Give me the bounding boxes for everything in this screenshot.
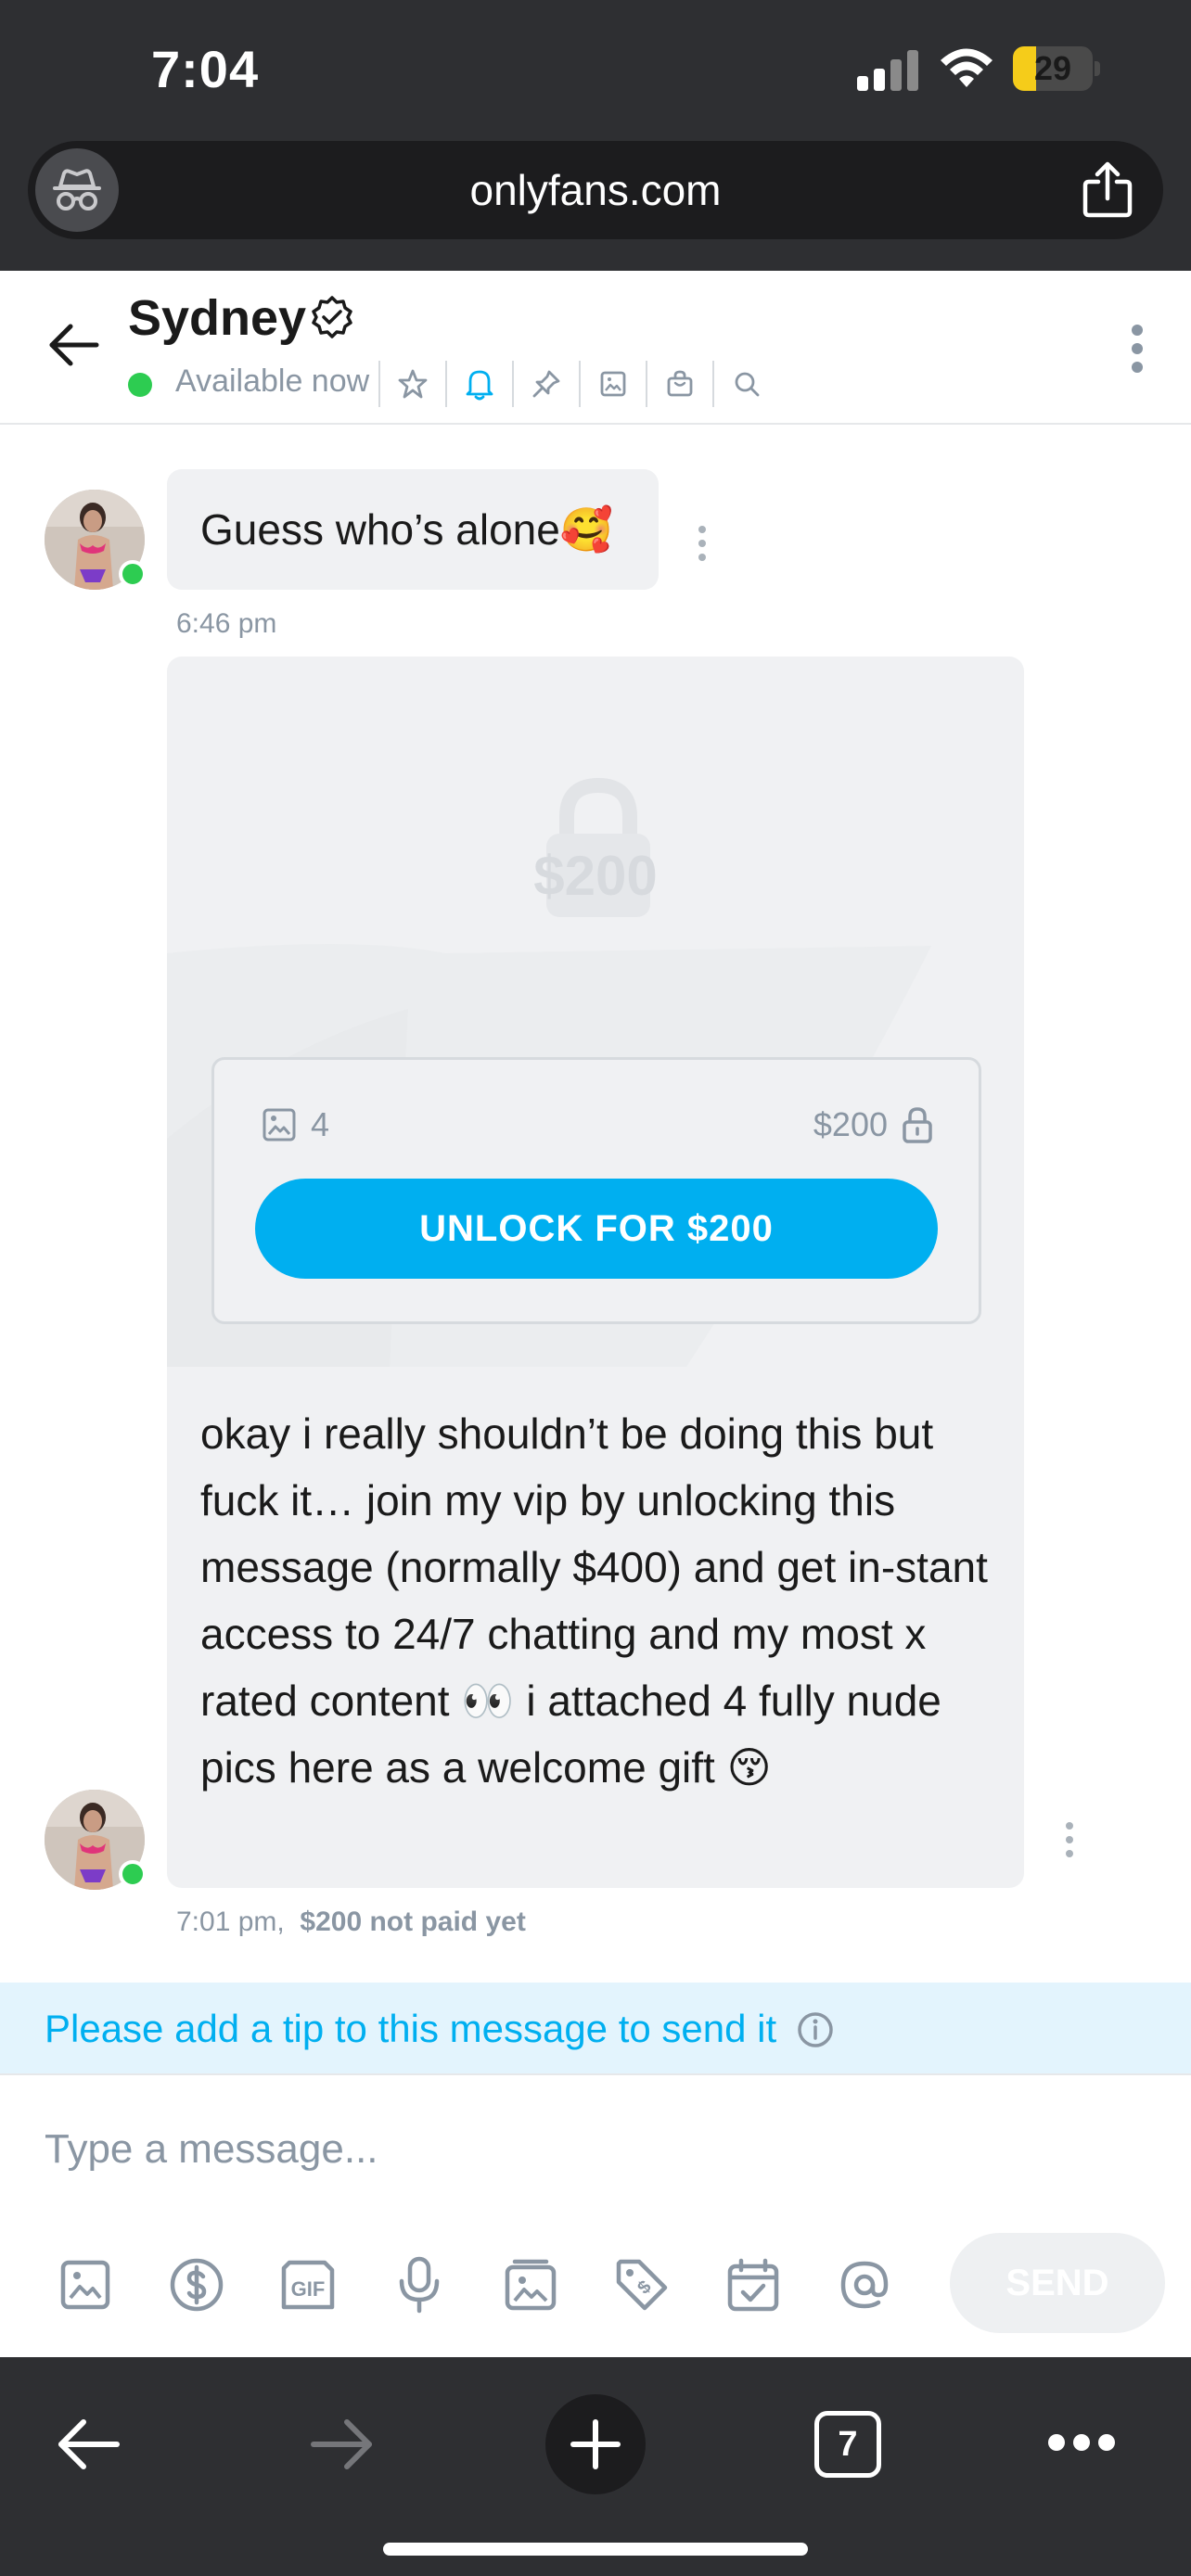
more-options-icon[interactable] (1048, 2431, 1115, 2454)
browser-top-chrome: 7:04 29 onlyfans.com (0, 0, 1191, 271)
media-count: 4 (261, 1104, 329, 1145)
price-tag-icon[interactable]: $ (586, 2229, 698, 2340)
composer-toolbar: GIF $ (30, 2229, 920, 2340)
message-input[interactable] (45, 2112, 1148, 2187)
locked-price: $200 (533, 845, 658, 907)
unlock-panel: 4 $200 UNLOCK FOR $200 (211, 1057, 981, 1324)
online-indicator (119, 1860, 147, 1888)
svg-text:$: $ (634, 2276, 655, 2298)
url-text[interactable]: onlyfans.com (28, 141, 1163, 239)
online-status-dot (128, 373, 152, 397)
availability-status: Available now (175, 363, 370, 399)
info-icon[interactable] (796, 2010, 835, 2049)
browser-bottom-toolbar: 7 (0, 2357, 1191, 2576)
address-bar[interactable]: onlyfans.com (28, 141, 1163, 239)
message-options-icon[interactable] (1065, 1821, 1074, 1858)
microphone-icon[interactable] (364, 2229, 475, 2340)
timestamp-text: 7:01 pm, (176, 1906, 285, 1937)
message-timestamp: 6:46 pm (176, 608, 277, 639)
contact-name[interactable]: Sydney (128, 289, 306, 347)
message-bubble[interactable]: Guess who’s alone🥰 (167, 469, 659, 590)
home-indicator[interactable] (383, 2543, 808, 2556)
chat-header: Sydney Available now (0, 271, 1191, 425)
message-composer: GIF $ SEND (0, 2073, 1191, 2357)
price-label: $200 (813, 1104, 934, 1145)
new-tab-button[interactable] (545, 2394, 646, 2494)
message-timestamp: 7:01 pm, $200 not paid yet (176, 1906, 526, 1938)
kebab-menu-icon[interactable] (1130, 323, 1145, 375)
price-value: $200 (813, 1105, 888, 1143)
gif-icon[interactable]: GIF (252, 2229, 364, 2340)
status-time: 7:04 (151, 40, 260, 98)
payment-status: $200 not paid yet (300, 1906, 526, 1937)
battery-percent: 29 (1033, 49, 1072, 87)
message-text: okay i really shouldn’t be doing this bu… (200, 1409, 988, 1792)
message-options-icon[interactable] (698, 525, 707, 562)
image-icon (263, 1108, 296, 1141)
bell-icon[interactable] (447, 356, 512, 412)
share-icon[interactable] (1080, 161, 1135, 219)
wifi-icon (941, 48, 992, 87)
schedule-icon[interactable] (698, 2229, 809, 2340)
star-icon[interactable] (380, 356, 445, 412)
dollar-icon[interactable] (141, 2229, 252, 2340)
online-indicator (119, 560, 147, 588)
tab-switcher-button[interactable]: 7 (814, 2411, 881, 2478)
unlock-button[interactable]: UNLOCK FOR $200 (255, 1179, 938, 1279)
bag-icon[interactable] (647, 356, 712, 412)
cellular-signal-icon (857, 50, 918, 91)
pin-icon[interactable] (514, 356, 579, 412)
media-count-value: 4 (311, 1105, 330, 1143)
avatar[interactable] (45, 1790, 147, 1890)
tip-notice: Please add a tip to this message to send… (0, 1983, 1191, 2073)
plus-icon (570, 2419, 621, 2469)
avatar[interactable] (45, 490, 147, 590)
browser-back-icon[interactable] (54, 2409, 124, 2480)
back-arrow-icon[interactable] (45, 315, 104, 375)
verified-badge-icon (312, 296, 352, 338)
chat-header-actions (378, 356, 779, 412)
message-text: Guess who’s alone🥰 (200, 505, 614, 554)
search-icon[interactable] (714, 356, 779, 412)
image-icon[interactable] (30, 2229, 141, 2340)
message-bubble[interactable]: okay i really shouldn’t be doing this bu… (167, 1367, 1024, 1888)
send-button[interactable]: SEND (950, 2233, 1165, 2333)
media-vault-icon[interactable] (475, 2229, 586, 2340)
mention-icon[interactable] (809, 2229, 920, 2340)
image-icon[interactable] (581, 356, 646, 412)
padlock-icon (903, 1107, 932, 1143)
battery-icon: 29 (1013, 46, 1100, 91)
svg-text:GIF: GIF (291, 2277, 326, 2301)
browser-forward-icon[interactable] (306, 2409, 377, 2480)
locked-media-card: $200 4 $200 UNLOCK FOR $200 (167, 657, 1024, 1367)
tip-notice-text: Please add a tip to this message to send… (45, 2007, 777, 2050)
